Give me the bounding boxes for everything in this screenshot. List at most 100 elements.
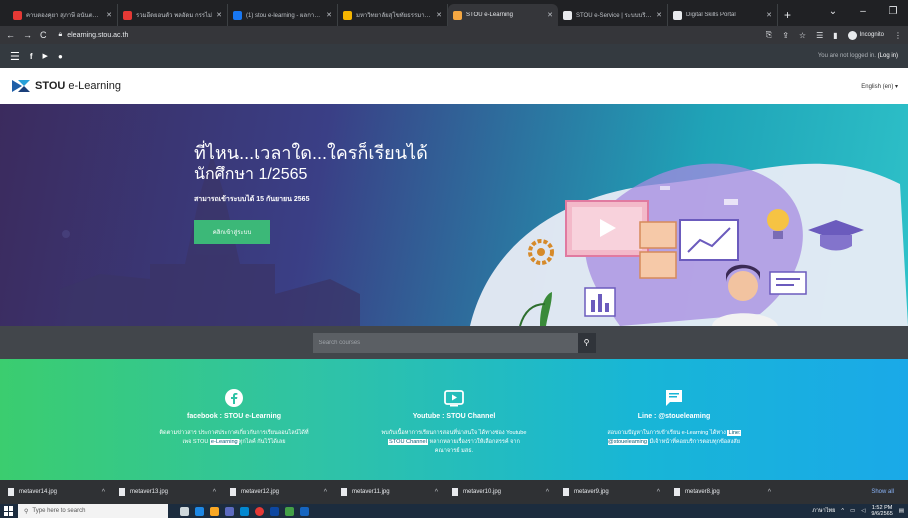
chevron-up-icon[interactable]: ^ — [768, 489, 771, 496]
tab-favicon-icon — [233, 10, 242, 20]
close-icon[interactable]: ✕ — [326, 11, 332, 19]
word-icon[interactable] — [300, 506, 309, 516]
facebook-small-icon[interactable]: f — [30, 52, 33, 61]
chrome-icon[interactable] — [255, 506, 264, 516]
clock-date: 9/6/2565 — [871, 511, 893, 517]
download-item[interactable]: metaver8.jpg ^ — [674, 488, 785, 496]
stou-logo[interactable]: STOU e-Learning — [10, 77, 121, 95]
tab-favicon-icon — [563, 10, 572, 20]
chevron-up-icon[interactable]: ^ — [546, 489, 549, 496]
download-item[interactable]: metaver13.jpg ^ — [119, 488, 230, 496]
share-icon[interactable]: ⇪ — [782, 31, 789, 40]
social-heading: Line : @stoueleaming — [637, 413, 711, 420]
youtube-small-icon[interactable]: ▶ — [43, 52, 48, 60]
login-text: You are not logged in. — [817, 53, 876, 59]
youtube-icon[interactable] — [444, 389, 464, 407]
chat-small-icon[interactable]: ● — [58, 52, 63, 61]
mail-icon[interactable] — [240, 506, 249, 516]
facebook-icon[interactable] — [225, 389, 243, 407]
browser-tab[interactable]: Digital Skills Portal ✕ — [668, 4, 778, 26]
address-bar[interactable]: 🔒︎ elearning.stou.ac.th — [59, 28, 758, 42]
close-icon[interactable]: ✕ — [106, 11, 112, 19]
browser-tab[interactable]: มหาวิทยาลัยสุโขทัยธรรมาธิราช | Sulc✕ — [338, 4, 448, 26]
download-item[interactable]: metaver10.jpg ^ — [452, 488, 563, 496]
hero-date: สามารถเข้าระบบได้ 15 กันยายน 2565 — [194, 196, 310, 203]
language-selector[interactable]: English (en) ▾ — [861, 83, 898, 90]
incognito-badge[interactable]: Incognito — [847, 30, 884, 40]
social-youtube: Youtube : STOU Channel พบกับเนื้อหาการเร… — [344, 359, 564, 480]
star-icon[interactable]: ☆ — [799, 31, 806, 40]
download-item[interactable]: metaver14.jpg ^ — [8, 488, 119, 496]
social-text: พบกับเนื้อหาการเรียนการสอนที่น่าสนใจ ได้… — [381, 430, 527, 436]
menu-dots-icon[interactable]: ⋮ — [894, 31, 902, 40]
site-header: STOU e-Learning English (en) ▾ — [0, 68, 908, 104]
chevron-up-icon[interactable]: ^ — [657, 489, 660, 496]
download-item[interactable]: metaver11.jpg ^ — [341, 488, 452, 496]
login-info: You are not logged in. (Log in) — [818, 53, 898, 59]
reading-list-icon[interactable]: ☰ — [816, 31, 823, 40]
social-highlight[interactable]: STOU Channel — [388, 439, 428, 445]
tab-title: คาบตองคุยา สุภาษี อนันตมาพาน — [26, 13, 102, 19]
enter-system-button[interactable]: คลิกเข้าสู่ระบบ — [194, 220, 270, 244]
volume-icon[interactable]: ◁ — [861, 508, 865, 514]
show-all-downloads[interactable]: Show all — [871, 489, 894, 495]
forward-icon[interactable]: → — [23, 30, 32, 40]
close-icon[interactable]: ✕ — [216, 11, 222, 19]
back-icon[interactable]: ← — [6, 30, 15, 40]
address-text: elearning.stou.ac.th — [67, 31, 129, 39]
taskbar-search[interactable]: ⚲ Type here to search — [18, 504, 168, 518]
chevron-up-icon[interactable]: ^ — [213, 489, 216, 496]
chat-icon[interactable] — [664, 389, 684, 407]
download-item[interactable]: metaver9.jpg ^ — [563, 488, 674, 496]
hero-banner: ที่ไหน...เวลาใด...ใครก็เรียนได้ นักศึกษา… — [0, 104, 908, 326]
close-icon[interactable]: ✕ — [436, 11, 442, 19]
new-tab-icon[interactable]: + — [784, 8, 791, 22]
browser-tab[interactable]: คาบตองคุยา สุภาษี อนันตมาพาน ✕ — [8, 4, 118, 26]
close-icon[interactable]: ✕ — [766, 11, 772, 19]
minimize-icon[interactable]: – — [848, 6, 878, 17]
tray-lang[interactable]: ภาษาไทย — [812, 507, 835, 515]
chevron-up-icon[interactable]: ^ — [324, 489, 327, 496]
browser-tab[interactable]: รวมอีดยอนตัว พลอัดม กรรไม่ ✕ — [118, 4, 228, 26]
chevron-up-icon[interactable]: ^ — [435, 489, 438, 496]
search-icon: ⚲ — [583, 338, 590, 347]
sidepanel-icon[interactable]: ▮ — [833, 31, 837, 40]
close-icon[interactable]: ✕ — [656, 11, 662, 19]
tab-title: Digital Skills Portal — [686, 12, 736, 18]
hamburger-icon[interactable]: ☰ — [10, 50, 20, 63]
social-description: สอบถามปัญหาในการเข้าเรียน e-Learning ได้… — [599, 429, 749, 447]
chevron-up-icon[interactable]: ^ — [841, 508, 844, 514]
browser-tab-active[interactable]: STOU e-Learning ✕ — [448, 4, 558, 26]
social-highlight[interactable]: e-Learning — [209, 439, 239, 445]
store-icon[interactable] — [225, 506, 234, 516]
windows-start-icon[interactable] — [4, 506, 14, 516]
taskbar-apps — [180, 506, 309, 516]
clock[interactable]: 1:52 PM 9/6/2565 — [871, 505, 892, 517]
file-icon — [230, 488, 236, 496]
close-icon[interactable]: ✕ — [547, 11, 553, 19]
download-filename: metaver9.jpg — [574, 489, 609, 495]
hero-illustration — [60, 154, 908, 326]
taskview-icon[interactable] — [180, 506, 189, 516]
photoshop-icon[interactable] — [270, 506, 279, 516]
files-icon[interactable] — [210, 506, 219, 516]
translate-icon[interactable]: ⎘ — [766, 30, 772, 40]
social-text: มีเจ้าหน้าที่คอยบริการตอบทุกข้อสงสัย — [647, 439, 740, 445]
search-button[interactable]: ⚲ — [577, 332, 596, 353]
download-item[interactable]: metaver12.jpg ^ — [230, 488, 341, 496]
network-icon[interactable]: ▭ — [850, 508, 855, 514]
course-search-input[interactable] — [312, 332, 578, 353]
chevron-up-icon[interactable]: ^ — [102, 489, 105, 496]
reload-icon[interactable]: C — [40, 30, 47, 40]
browser-tab[interactable]: (1) stou e-learning - ผลการค้นหา ✕ — [228, 4, 338, 26]
social-text: ทุกไลค์ กันไว้ได้เลย — [238, 439, 286, 445]
browser-tab[interactable]: STOU e-Service | ระบบบริการทาง ✕ — [558, 4, 668, 26]
edge-icon[interactable] — [195, 506, 204, 516]
tab-favicon-icon — [343, 10, 352, 20]
line-app-icon[interactable] — [285, 506, 294, 516]
file-icon — [563, 488, 569, 496]
login-link[interactable]: (Log in) — [878, 53, 898, 59]
chevron-down-icon[interactable]: ⌄ — [818, 6, 848, 17]
restore-icon[interactable]: ❐ — [878, 6, 908, 17]
notification-icon[interactable]: ▤ — [899, 508, 904, 514]
